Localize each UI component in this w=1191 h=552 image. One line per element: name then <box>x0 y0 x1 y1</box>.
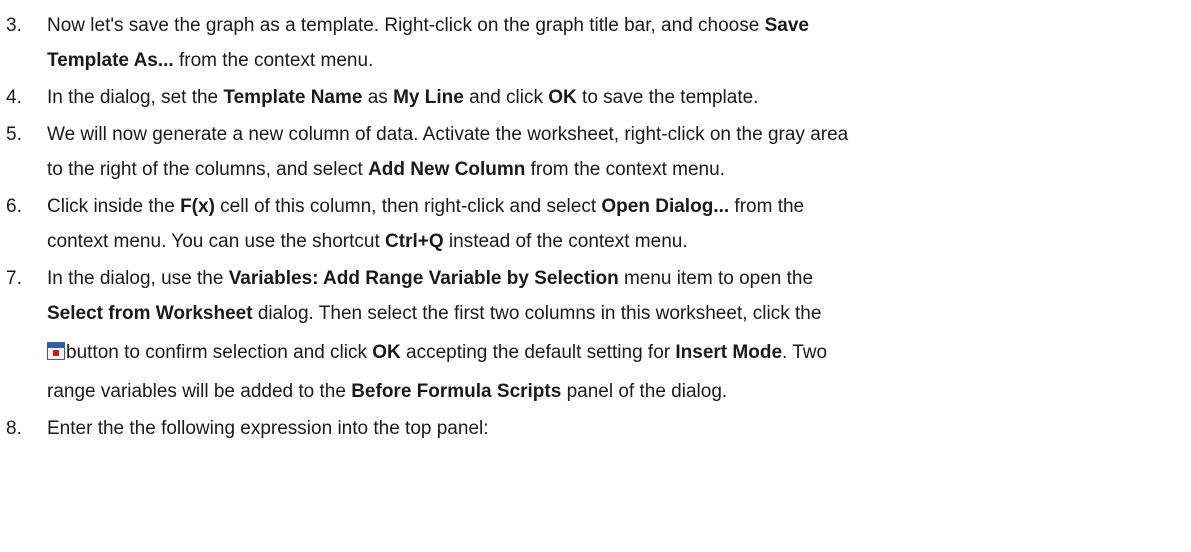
step-number: 3. <box>6 15 22 36</box>
step-3: 3. Now let's save the graph as a template… <box>0 8 1191 78</box>
step-6: 6. Click inside the F(x) cell of this col… <box>0 189 1191 259</box>
step-text: and click <box>463 87 549 108</box>
step-text-line: to the right of the columns, and select … <box>47 152 1191 187</box>
ui-term: Select from Worksheet <box>47 303 253 324</box>
ui-term: Ctrl+Q <box>385 231 444 252</box>
step-text-line: Now let's save the graph as a template. … <box>47 8 1191 43</box>
step-text-line: Enter the the following expression into … <box>47 411 1191 446</box>
step-number: 5. <box>6 124 22 145</box>
step-number: 8. <box>6 418 22 439</box>
step-number: 7. <box>6 268 22 289</box>
step-text: We will now generate a new column of dat… <box>47 124 849 145</box>
step-text-line: We will now generate a new column of dat… <box>47 117 1191 152</box>
step-text: to save the template. <box>576 87 759 108</box>
step-text: In the dialog, set the <box>47 87 224 108</box>
step-number: 4. <box>6 87 22 108</box>
step-8: 8. Enter the the following expression int… <box>0 411 1191 446</box>
ui-term: Save <box>764 15 809 36</box>
step-text-line: Select from Worksheet dialog. Then selec… <box>47 296 1191 331</box>
step-7: 7. In the dialog, use the Variables: Add … <box>0 261 1191 409</box>
step-text: dialog. Then select the first two column… <box>252 303 822 324</box>
step-5: 5. We will now generate a new column of d… <box>0 117 1191 187</box>
ui-term: Open Dialog... <box>601 196 730 217</box>
step-text-line: range variables will be added to the Bef… <box>47 374 1191 409</box>
step-text: Click inside the <box>47 196 181 217</box>
step-4: 4. In the dialog, set the Template Name a… <box>0 80 1191 115</box>
ui-term: Before Formula Scripts <box>351 381 562 402</box>
step-text: Now let's save the graph as a template. … <box>47 15 765 36</box>
step-text: to the right of the columns, and select <box>47 159 369 180</box>
step-text-line: Click inside the F(x) cell of this colum… <box>47 189 1191 224</box>
step-text-line: button to confirm selection and click OK… <box>47 331 1191 374</box>
step-text: cell of this column, then right-click an… <box>214 196 602 217</box>
steps-list: 3. Now let's save the graph as a template… <box>0 0 1191 446</box>
tutorial-page: 3. Now let's save the graph as a template… <box>0 0 1191 552</box>
step-text: instead of the context menu. <box>443 231 688 252</box>
ui-term: OK <box>548 87 577 108</box>
ui-term: OK <box>372 342 401 363</box>
step-text: range variables will be added to the <box>47 381 352 402</box>
ui-term: Insert Mode <box>675 342 783 363</box>
step-text-line: In the dialog, set the Template Name as … <box>47 80 1191 115</box>
step-text: accepting the default setting for <box>400 342 676 363</box>
step-text: panel of the dialog. <box>561 381 728 402</box>
step-text: button to confirm selection and click <box>66 342 373 363</box>
step-text: In the dialog, use the <box>47 268 229 289</box>
step-text-line: Template As... from the context menu. <box>47 43 1191 78</box>
step-text: . Two <box>782 342 828 363</box>
step-text: context menu. You can use the shortcut <box>47 231 386 252</box>
step-text: from the context menu. <box>525 159 725 180</box>
step-text: from the <box>729 196 805 217</box>
step-text: as <box>362 87 394 108</box>
ui-term: My Line <box>393 87 464 108</box>
ui-term: Variables: Add Range Variable by Selecti… <box>228 268 619 289</box>
ui-term: Add New Column <box>368 159 526 180</box>
ui-term: Template As... <box>47 50 174 71</box>
step-text: Enter the the following expression into … <box>47 418 489 439</box>
step-text-line: In the dialog, use the Variables: Add Ra… <box>47 261 1191 296</box>
step-text-line: context menu. You can use the shortcut C… <box>47 224 1191 259</box>
step-number: 6. <box>6 196 22 217</box>
step-text: from the context menu. <box>173 50 374 71</box>
select-confirm-icon <box>47 342 65 360</box>
ui-term: F(x) <box>180 196 215 217</box>
step-text: menu item to open the <box>618 268 814 289</box>
ui-term: Template Name <box>223 87 363 108</box>
